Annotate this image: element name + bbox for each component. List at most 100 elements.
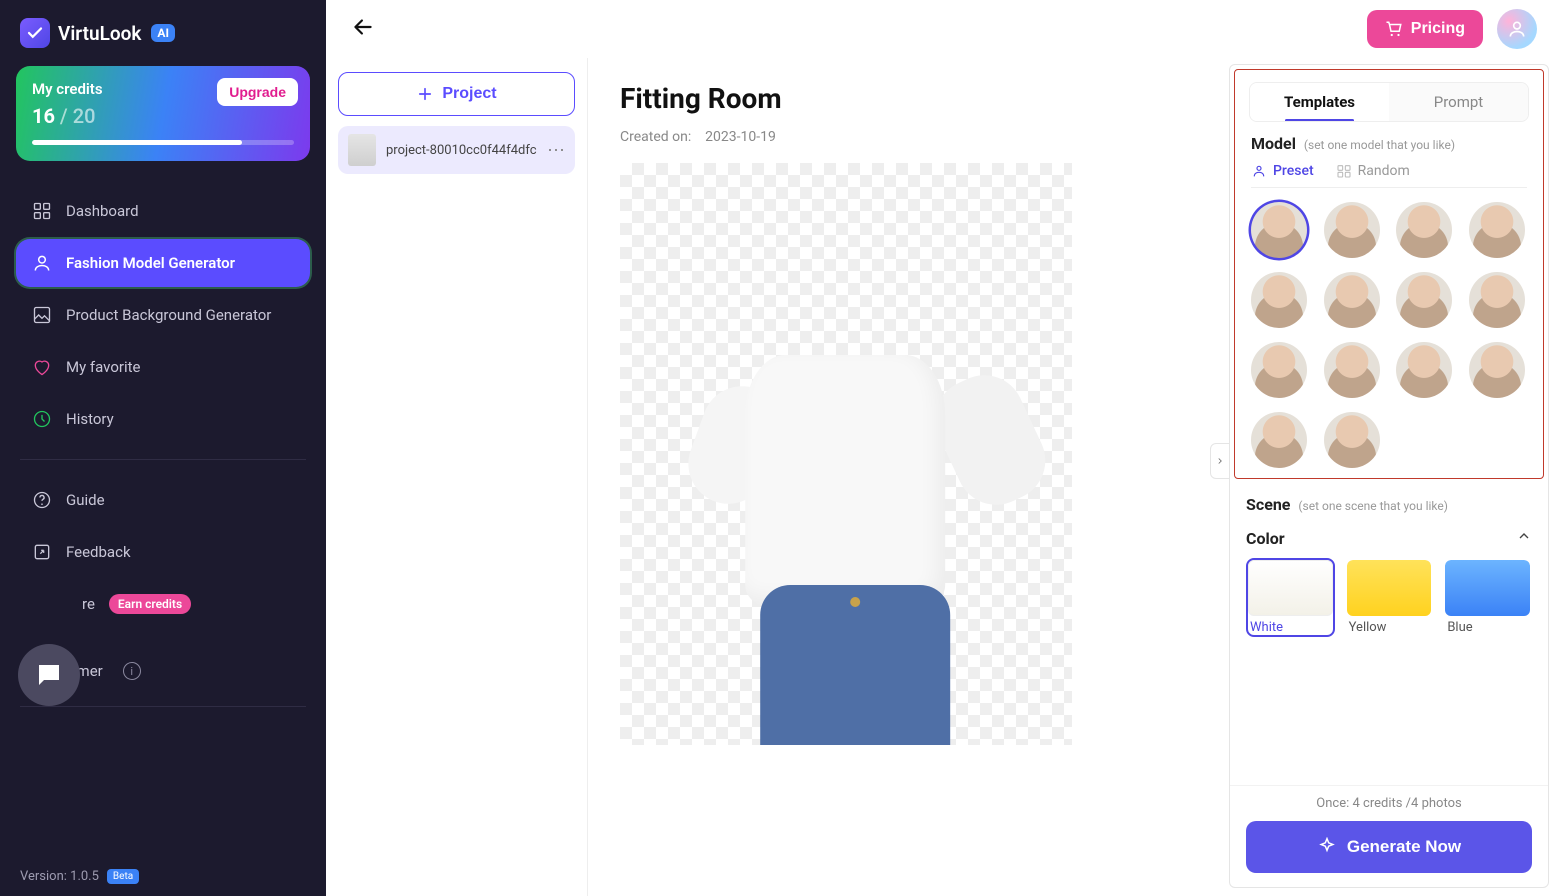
- nav-fashion-model-generator[interactable]: Fashion Model Generator: [16, 239, 310, 287]
- color-grid: White Yellow Blue: [1246, 558, 1532, 637]
- cost-hint: Once: 4 credits /4 photos: [1246, 796, 1532, 811]
- preset-icon: [1251, 163, 1267, 179]
- tab-prompt[interactable]: Prompt: [1389, 83, 1528, 121]
- model-option-5[interactable]: [1251, 272, 1307, 328]
- model-option-7[interactable]: [1396, 272, 1452, 328]
- model-option-12[interactable]: [1469, 342, 1525, 398]
- chevron-up-icon: [1516, 528, 1532, 548]
- model-option-8[interactable]: [1469, 272, 1525, 328]
- project-item[interactable]: project-80010cc0f44f4dfc ⋯: [338, 126, 575, 174]
- subtab-random-label: Random: [1358, 163, 1410, 179]
- swatch-blue[interactable]: Blue: [1443, 558, 1532, 637]
- swatch-yellow[interactable]: Yellow: [1345, 558, 1434, 637]
- color-section-header[interactable]: Color: [1246, 528, 1532, 548]
- scene-title: Scene: [1246, 495, 1290, 514]
- generate-label: Generate Now: [1347, 837, 1461, 857]
- swatch-yellow-box: [1347, 560, 1432, 616]
- panel-footer: Once: 4 credits /4 photos Generate Now: [1230, 785, 1548, 887]
- model-option-14[interactable]: [1324, 412, 1380, 468]
- brand-logo[interactable]: VirtuLook AI: [16, 18, 310, 48]
- model-grid: [1251, 202, 1527, 468]
- nav-dashboard-label: Dashboard: [66, 202, 139, 220]
- nav-fashion-label: Fashion Model Generator: [66, 254, 235, 272]
- credits-card: My credits Upgrade 16 / 20: [16, 66, 310, 161]
- random-icon: [1336, 163, 1352, 179]
- subtab-preset[interactable]: Preset: [1251, 163, 1314, 179]
- canvas-column: Fitting Room Created on: 2023-10-19: [588, 58, 1229, 896]
- nav-history[interactable]: History: [16, 395, 310, 443]
- user-icon: [1507, 19, 1527, 39]
- user-avatar[interactable]: [1497, 9, 1537, 49]
- credits-progress: [32, 140, 294, 145]
- nav-share-label: re: [82, 595, 95, 613]
- page-title: Fitting Room: [620, 82, 1197, 115]
- ai-badge: AI: [151, 24, 175, 42]
- project-more-button[interactable]: ⋯: [547, 140, 565, 161]
- model-option-13[interactable]: [1251, 412, 1307, 468]
- sparkle-icon: [1317, 837, 1337, 857]
- person-icon: [32, 253, 52, 273]
- scene-section: Scene (set one scene that you like): [1246, 495, 1532, 514]
- nav-share[interactable]: re Earn credits: [16, 580, 310, 628]
- tab-templates[interactable]: Templates: [1250, 83, 1389, 121]
- generate-button[interactable]: Generate Now: [1246, 821, 1532, 873]
- earn-credits-badge: Earn credits: [109, 594, 191, 614]
- canvas[interactable]: [620, 163, 1072, 745]
- cart-icon: [1385, 20, 1403, 38]
- settings-panel: Templates Prompt Model (set one model th…: [1229, 64, 1549, 888]
- brand-name: VirtuLook: [58, 22, 141, 45]
- nav-my-favorite[interactable]: My favorite: [16, 343, 310, 391]
- model-option-4[interactable]: [1469, 202, 1525, 258]
- nav-history-label: History: [66, 410, 114, 428]
- model-section: Model (set one model that you like) Pres…: [1235, 122, 1543, 472]
- upgrade-button[interactable]: Upgrade: [217, 78, 298, 106]
- created-value: 2023-10-19: [705, 129, 776, 145]
- garment-preview: [705, 325, 1025, 745]
- pricing-button[interactable]: Pricing: [1367, 10, 1483, 48]
- nav-guide[interactable]: Guide: [16, 476, 310, 524]
- project-name: project-80010cc0f44f4dfc: [386, 143, 537, 158]
- new-project-label: Project: [442, 85, 496, 103]
- panel-toggle[interactable]: [1210, 443, 1229, 479]
- version-row: Version: 1.0.5 Beta: [16, 861, 310, 884]
- credits-max: 20: [73, 104, 96, 128]
- swatch-white-label: White: [1248, 620, 1333, 635]
- main: Pricing Project project-80010cc0f44f4dfc…: [326, 0, 1557, 896]
- external-icon: [32, 542, 52, 562]
- nav-product-background-generator[interactable]: Product Background Generator: [16, 291, 310, 339]
- swatch-white[interactable]: White: [1246, 558, 1335, 637]
- panel-tabs: Templates Prompt: [1249, 82, 1529, 122]
- nav-feedback[interactable]: Feedback: [16, 528, 310, 576]
- new-project-button[interactable]: Project: [338, 72, 575, 116]
- panel-lower: Scene (set one scene that you like) Colo…: [1230, 483, 1548, 637]
- plus-icon: [416, 85, 434, 103]
- model-option-2[interactable]: [1324, 202, 1380, 258]
- brand-logo-icon: [20, 18, 50, 48]
- content: Project project-80010cc0f44f4dfc ⋯ Fitti…: [326, 58, 1557, 896]
- swatch-yellow-label: Yellow: [1347, 620, 1432, 635]
- image-icon: [32, 305, 52, 325]
- model-option-9[interactable]: [1251, 342, 1307, 398]
- history-icon: [32, 409, 52, 429]
- model-option-10[interactable]: [1324, 342, 1380, 398]
- nav-divider-2: [20, 706, 306, 707]
- nav-dashboard[interactable]: Dashboard: [16, 187, 310, 235]
- model-option-6[interactable]: [1324, 272, 1380, 328]
- model-subtabs: Preset Random: [1251, 163, 1527, 188]
- swatch-blue-box: [1445, 560, 1530, 616]
- nav-divider: [20, 459, 306, 460]
- chat-widget[interactable]: [18, 644, 80, 706]
- created-label: Created on:: [620, 129, 691, 145]
- created-row: Created on: 2023-10-19: [620, 129, 1197, 145]
- model-hint: (set one model that you like): [1304, 138, 1455, 152]
- model-option-11[interactable]: [1396, 342, 1452, 398]
- subtab-random[interactable]: Random: [1336, 163, 1410, 179]
- model-option-1[interactable]: [1251, 202, 1307, 258]
- model-option-3[interactable]: [1396, 202, 1452, 258]
- color-title: Color: [1246, 529, 1285, 548]
- help-icon: [32, 490, 52, 510]
- beta-badge: Beta: [107, 869, 139, 884]
- back-button[interactable]: [346, 10, 380, 48]
- pricing-label: Pricing: [1411, 20, 1465, 38]
- nav-guide-label: Guide: [66, 491, 105, 509]
